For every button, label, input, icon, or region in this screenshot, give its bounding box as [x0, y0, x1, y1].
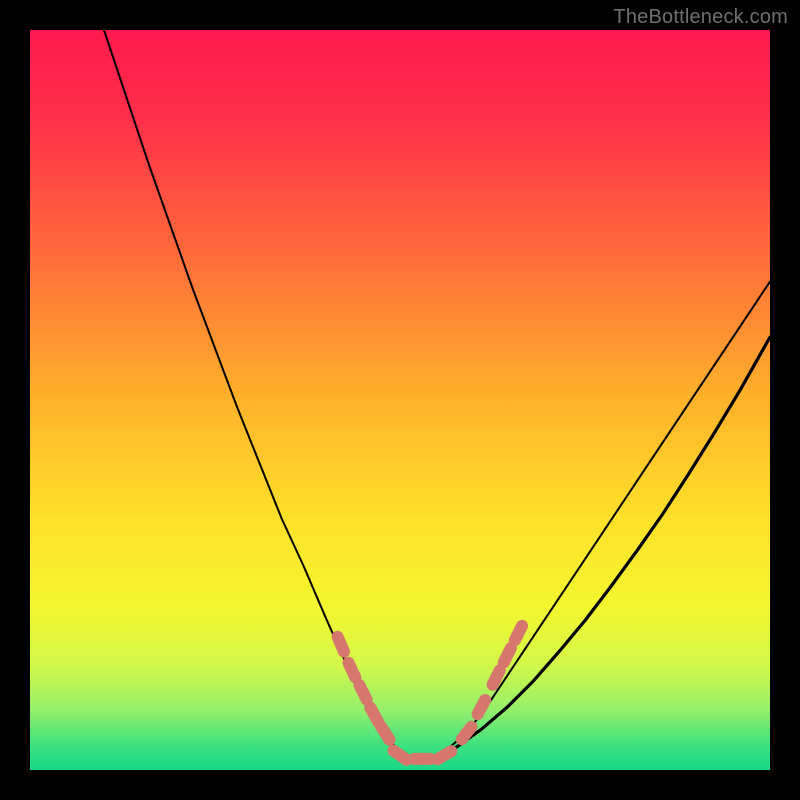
- marker-bead: [504, 648, 511, 662]
- bottleneck-chart: [0, 0, 800, 800]
- marker-bead: [462, 727, 472, 740]
- marker-bead: [493, 670, 500, 684]
- marker-bead: [370, 708, 378, 722]
- marker-bead: [515, 626, 522, 640]
- marker-bead: [338, 637, 344, 652]
- marker-bead: [381, 726, 390, 739]
- marker-bead: [438, 751, 452, 759]
- marker-bead: [359, 685, 366, 699]
- marker-bead: [478, 700, 486, 714]
- marker-bead: [349, 663, 356, 678]
- chart-frame: TheBottleneck.com: [0, 0, 800, 800]
- marker-bead: [393, 751, 406, 760]
